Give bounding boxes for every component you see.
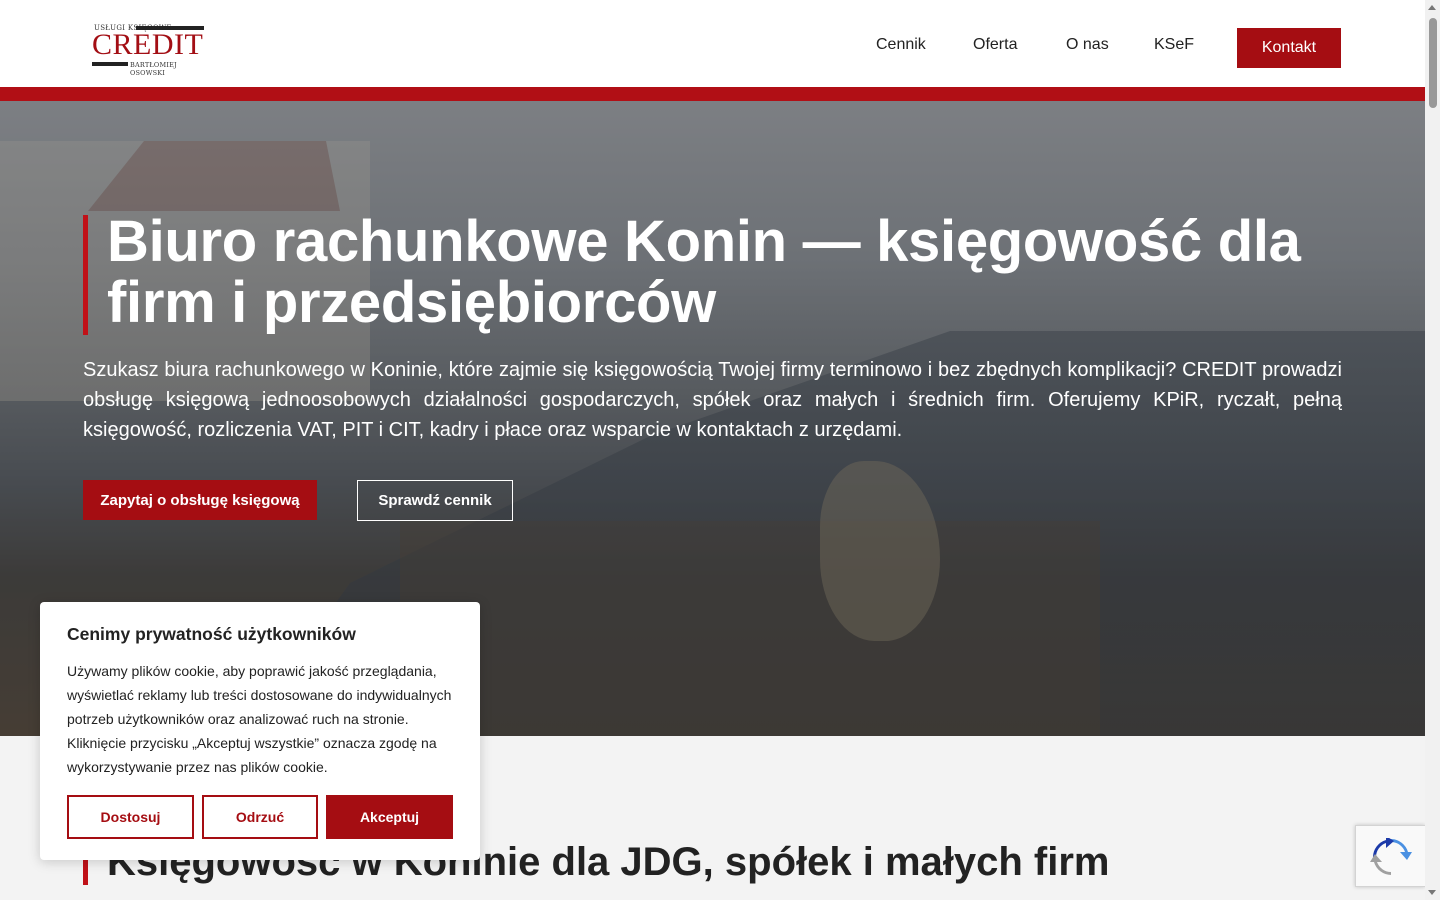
cookie-title: Cenimy prywatność użytkowników: [67, 624, 356, 644]
ask-accounting-button[interactable]: Zapytaj o obsługę księgową: [83, 480, 317, 520]
credit-logo[interactable]: USŁUGI KSIĘGOWE CREDIT BARTŁOMIEJ OSOWSK…: [92, 24, 204, 77]
scroll-down-arrow-icon[interactable]: [1428, 890, 1436, 895]
check-pricing-button[interactable]: Sprawdź cennik: [357, 480, 513, 521]
cookie-consent-banner: Cenimy prywatność użytkowników Używamy p…: [40, 602, 480, 860]
cookie-accept-button[interactable]: Akceptuj: [326, 795, 453, 839]
header-red-band: [0, 87, 1425, 101]
cookie-customize-button[interactable]: Dostosuj: [67, 795, 194, 839]
logo-word: CREDIT: [92, 28, 204, 61]
hero-title: Biuro rachunkowe Konin — księgowość dla …: [107, 209, 1301, 335]
recaptcha-badge[interactable]: [1355, 825, 1425, 887]
site-header: USŁUGI KSIĘGOWE CREDIT BARTŁOMIEJ OSOWSK…: [0, 0, 1425, 87]
logo-bar-bottom: [92, 62, 128, 66]
recaptcha-icon: [1370, 838, 1412, 875]
cookie-text: Używamy plików cookie, aby poprawić jako…: [67, 663, 452, 775]
nav-item-cennik[interactable]: Cennik: [876, 36, 926, 54]
nav-item-o-nas[interactable]: O nas: [1066, 36, 1109, 54]
cookie-reject-button[interactable]: Odrzuć: [202, 795, 318, 839]
scroll-up-arrow-icon[interactable]: [1428, 5, 1436, 10]
nav-item-oferta[interactable]: Oferta: [973, 36, 1017, 54]
contact-button[interactable]: Kontakt: [1237, 28, 1341, 68]
logo-bottom-text: BARTŁOMIEJ OSOWSKI: [130, 61, 177, 77]
hero-title-accent: [83, 215, 88, 335]
nav-item-ksef[interactable]: KSeF: [1154, 36, 1194, 54]
page-scrollbar[interactable]: [1425, 0, 1440, 900]
scrollbar-thumb[interactable]: [1429, 18, 1437, 108]
hero-lead: Szukasz biura rachunkowego w Koninie, kt…: [83, 359, 1342, 441]
